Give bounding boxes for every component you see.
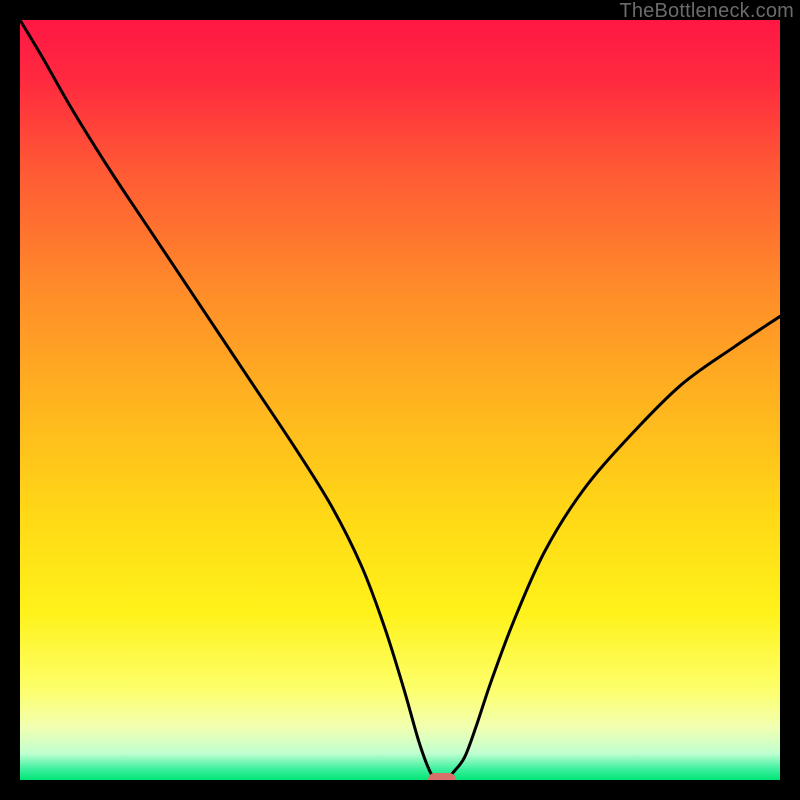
optimal-marker xyxy=(428,773,456,780)
bottleneck-curve xyxy=(20,20,780,780)
chart-frame: TheBottleneck.com xyxy=(0,0,800,800)
plot-area xyxy=(20,20,780,780)
